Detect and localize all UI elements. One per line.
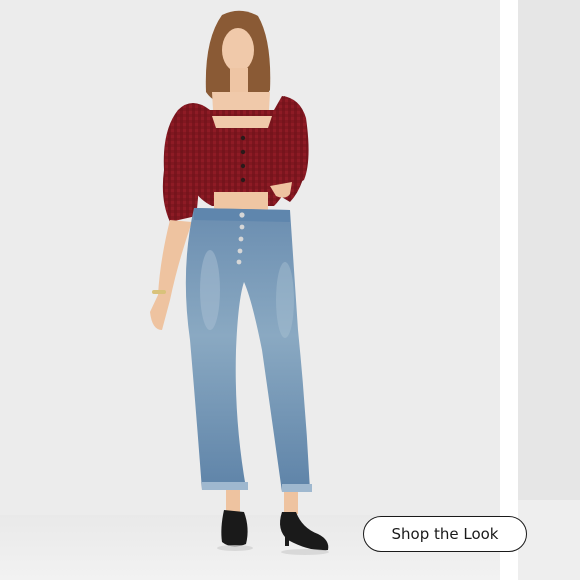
- shoe-left: [221, 510, 248, 547]
- jeans-hem-left: [202, 482, 248, 490]
- jeans-hem-right: [282, 484, 312, 492]
- product-photo: [0, 0, 580, 580]
- midriff: [214, 192, 268, 210]
- shop-the-look-button[interactable]: Shop the Look: [363, 516, 527, 552]
- side-panel-divider: [500, 0, 518, 580]
- neck: [230, 68, 248, 94]
- bracelet: [152, 290, 166, 294]
- side-panel-floor: [518, 500, 580, 580]
- face: [222, 28, 254, 72]
- side-panel: [518, 0, 580, 580]
